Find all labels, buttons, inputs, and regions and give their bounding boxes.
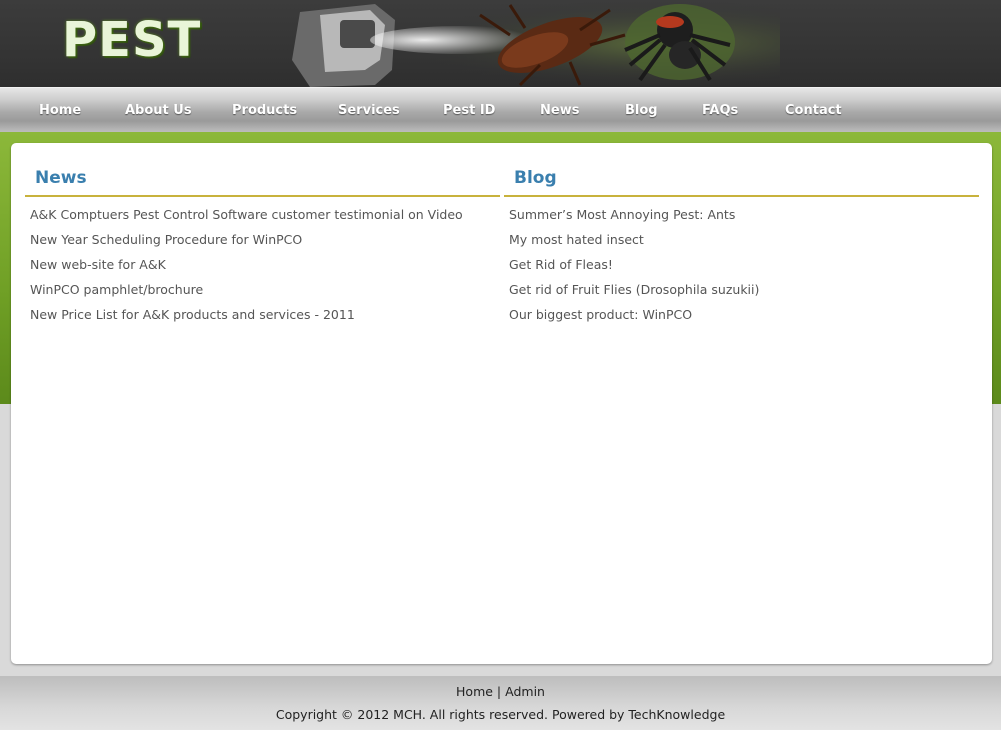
blog-divider <box>504 195 979 197</box>
news-item[interactable]: WinPCO pamphlet/brochure <box>30 281 463 306</box>
footer-links: Home | Admin <box>0 684 1001 699</box>
content-panel: News A&K Comptuers Pest Control Software… <box>11 143 992 664</box>
footer-separator: | <box>496 684 502 699</box>
news-list: A&K Comptuers Pest Control Software cust… <box>30 206 463 331</box>
nav-faqs[interactable]: FAQs <box>702 103 738 118</box>
news-item[interactable]: New web-site for A&K <box>30 256 463 281</box>
nav-about-us[interactable]: About Us <box>125 103 192 118</box>
nav-blog[interactable]: Blog <box>625 103 658 118</box>
blog-item[interactable]: Get Rid of Fleas! <box>509 256 759 281</box>
news-divider <box>25 195 500 197</box>
nav-pest-id[interactable]: Pest ID <box>443 103 495 118</box>
nav-contact[interactable]: Contact <box>785 103 842 118</box>
blog-item[interactable]: Summer’s Most Annoying Pest: Ants <box>509 206 759 231</box>
pest-banner-image <box>280 0 780 87</box>
blog-item[interactable]: Get rid of Fruit Flies (Drosophila suzuk… <box>509 281 759 306</box>
blog-item[interactable]: Our biggest product: WinPCO <box>509 306 759 331</box>
site-footer: Home | Admin Copyright © 2012 MCH. All r… <box>0 676 1001 730</box>
blog-heading[interactable]: Blog <box>514 168 557 188</box>
site-header: PEST <box>0 0 1001 87</box>
nav-services[interactable]: Services <box>338 103 400 118</box>
footer-admin-link[interactable]: Admin <box>505 684 545 699</box>
footer-home-link[interactable]: Home <box>456 684 493 699</box>
news-item[interactable]: New Price List for A&K products and serv… <box>30 306 463 331</box>
news-item[interactable]: New Year Scheduling Procedure for WinPCO <box>30 231 463 256</box>
blog-list: Summer’s Most Annoying Pest: Ants My mos… <box>509 206 759 331</box>
site-logo[interactable]: PEST <box>62 12 201 68</box>
nav-news[interactable]: News <box>540 103 579 118</box>
news-item[interactable]: A&K Comptuers Pest Control Software cust… <box>30 206 463 231</box>
footer-copyright: Copyright © 2012 MCH. All rights reserve… <box>275 707 726 722</box>
main-nav: Home About Us Products Services Pest ID … <box>0 87 1001 132</box>
blog-item[interactable]: My most hated insect <box>509 231 759 256</box>
nav-home[interactable]: Home <box>39 103 81 118</box>
news-heading[interactable]: News <box>35 168 87 188</box>
nav-products[interactable]: Products <box>232 103 297 118</box>
